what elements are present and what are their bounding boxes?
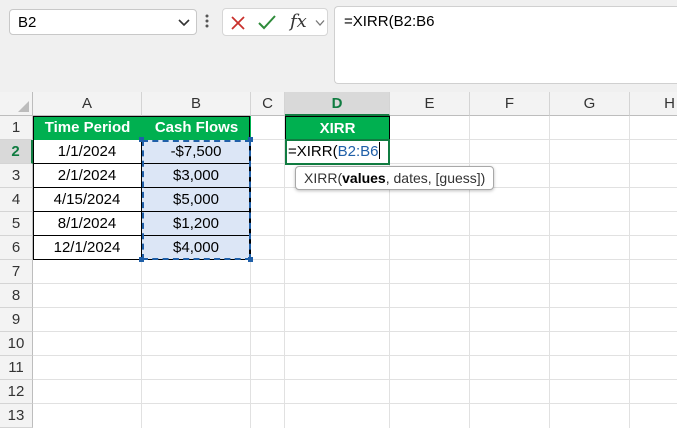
cancel-icon[interactable] [230, 15, 246, 31]
select-all-button[interactable] [0, 92, 33, 116]
row-header[interactable]: 1 [0, 116, 33, 140]
row-header[interactable]: 9 [0, 308, 33, 332]
function-tooltip[interactable]: XIRR(values, dates, [guess]) [295, 166, 495, 190]
name-box[interactable]: B2 [9, 9, 197, 35]
column-header-g[interactable]: G [550, 92, 630, 116]
tooltip-args-rest: , dates, [guess]) [385, 170, 486, 186]
column-header-h[interactable]: H [630, 92, 677, 116]
text-caret [379, 142, 381, 159]
more-options-icon[interactable] [205, 13, 209, 29]
gridline [33, 283, 677, 284]
name-box-value: B2 [18, 14, 37, 31]
row-header[interactable]: 4 [0, 188, 33, 212]
column-header-c[interactable]: C [251, 92, 285, 116]
formula-bar-area: B2 fx =XIRR(B2:B6 [0, 0, 677, 92]
column-header-d[interactable]: D [285, 92, 390, 116]
gridline [33, 403, 677, 404]
range-handle[interactable] [139, 257, 144, 262]
chevron-down-icon[interactable] [178, 18, 190, 28]
formula-controls: fx [222, 8, 328, 36]
gridline [33, 307, 677, 308]
formula-range-ref: B2:B6 [337, 143, 379, 160]
row-header[interactable]: 8 [0, 284, 33, 308]
row-header[interactable]: 12 [0, 380, 33, 404]
column-header-a[interactable]: A [33, 92, 142, 116]
select-all-icon [18, 101, 29, 112]
gridline [33, 379, 677, 380]
row-header[interactable]: 5 [0, 212, 33, 236]
range-handle[interactable] [248, 137, 253, 142]
gridline [33, 355, 677, 356]
range-handle[interactable] [139, 137, 144, 142]
formula-prefix: =XIRR( [288, 143, 338, 160]
insert-function-button[interactable]: fx [290, 11, 307, 32]
row-header[interactable]: 13 [0, 404, 33, 428]
enter-check-icon[interactable] [257, 14, 277, 31]
cell-formula-text: =XIRR(B2:B6 [288, 142, 381, 162]
row-header[interactable]: 7 [0, 260, 33, 284]
formula-text: =XIRR(B2:B6 [344, 13, 435, 30]
range-handle[interactable] [248, 257, 253, 262]
column-header-f[interactable]: F [470, 92, 550, 116]
chevron-down-icon[interactable] [315, 19, 325, 27]
row-header[interactable]: 11 [0, 356, 33, 380]
column-header-b[interactable]: B [142, 92, 251, 116]
worksheet-grid[interactable]: A B C D E F G H 1 2 3 4 5 6 7 8 9 10 11 … [0, 92, 677, 428]
active-cell-editor[interactable]: =XIRR(B2:B6 [285, 139, 390, 165]
gridline [33, 331, 677, 332]
row-header[interactable]: 6 [0, 236, 33, 260]
row-header[interactable]: 3 [0, 164, 33, 188]
row-header[interactable]: 2 [0, 140, 33, 164]
tooltip-function[interactable]: XIRR( [304, 170, 342, 186]
tooltip-arg-values[interactable]: values [342, 170, 386, 186]
xirr-header-cell[interactable]: XIRR [285, 116, 390, 140]
reference-marquee [142, 140, 251, 260]
row-header[interactable]: 10 [0, 332, 33, 356]
column-header-e[interactable]: E [390, 92, 470, 116]
formula-input[interactable]: =XIRR(B2:B6 [334, 6, 677, 84]
